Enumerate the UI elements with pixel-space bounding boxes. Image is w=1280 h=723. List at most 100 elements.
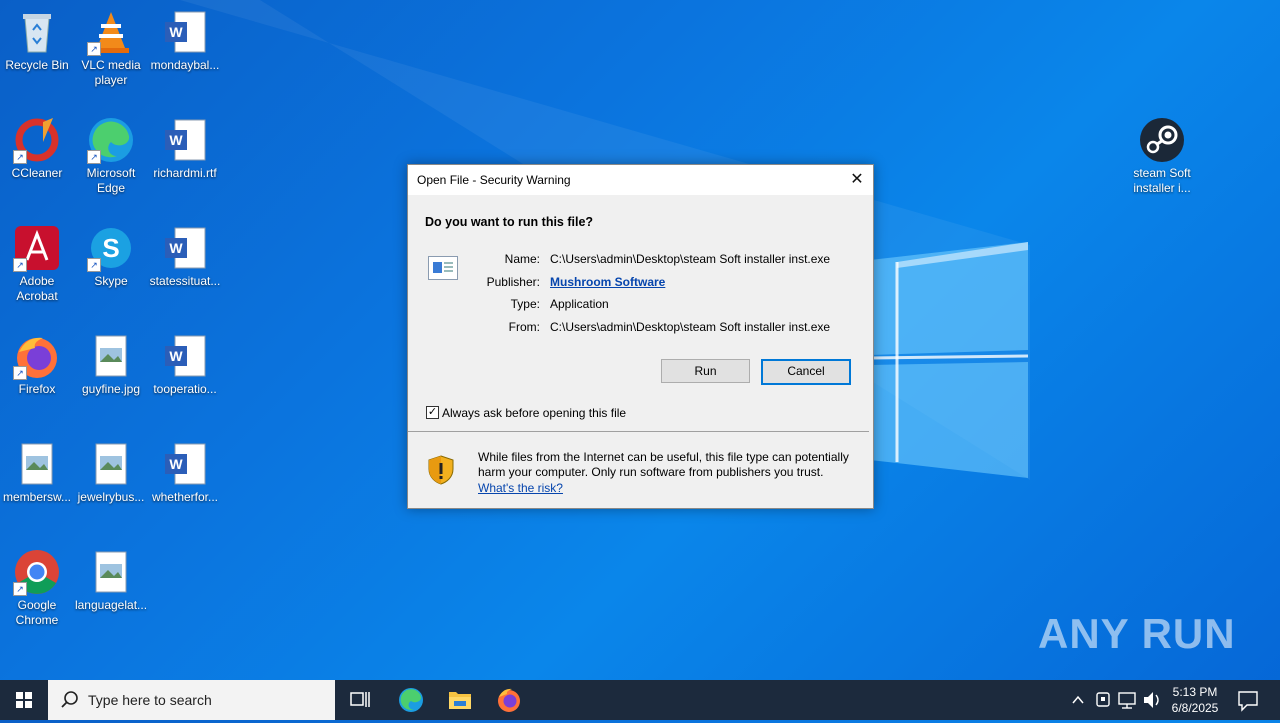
always-ask-checkbox[interactable]: ✓ xyxy=(426,406,439,419)
desktop-icon-label: Microsoft Edge xyxy=(86,166,136,195)
word-document-icon: W xyxy=(161,440,209,488)
ccleaner-icon: ↗ xyxy=(13,116,61,164)
network-icon xyxy=(1118,692,1136,709)
dialog-titlebar[interactable]: Open File - Security Warning ✕ xyxy=(408,165,873,195)
shortcut-arrow-icon: ↗ xyxy=(87,42,101,56)
notification-icon xyxy=(1238,691,1258,712)
svg-text:W: W xyxy=(169,456,183,472)
volume-button[interactable] xyxy=(1140,680,1164,720)
device-icon xyxy=(1096,692,1110,707)
warning-text: While files from the Internet can be use… xyxy=(478,450,849,479)
warning-shield-icon xyxy=(428,455,454,485)
chrome-icon: ↗ xyxy=(13,548,61,596)
svg-text:W: W xyxy=(169,132,183,148)
svg-text:W: W xyxy=(169,240,183,256)
firefox-icon xyxy=(498,688,520,712)
cancel-button[interactable]: Cancel xyxy=(761,359,851,385)
desktop-icon-guyfine[interactable]: guyfine.jpg xyxy=(74,326,148,397)
desktop-icon-acrobat[interactable]: ↗ Adobe Acrobat xyxy=(0,218,74,304)
desktop-icon-membersw[interactable]: membersw... xyxy=(0,434,74,505)
desktop-icon-tooperatio[interactable]: W tooperatio... xyxy=(148,326,222,397)
word-document-icon: W xyxy=(161,332,209,380)
shortcut-arrow-icon: ↗ xyxy=(87,258,101,272)
dialog-separator xyxy=(408,431,869,432)
close-icon[interactable]: ✕ xyxy=(841,165,873,195)
skype-icon: S ↗ xyxy=(87,224,135,272)
desktop-icon-label: languagelat... xyxy=(74,598,148,612)
publisher-link[interactable]: Mushroom Software xyxy=(550,275,665,289)
taskbar-file-explorer-button[interactable] xyxy=(436,680,484,720)
clock-date: 6/8/2025 xyxy=(1171,701,1219,715)
recycle-bin-icon xyxy=(13,8,61,56)
chevron-up-icon xyxy=(1072,695,1084,704)
type-value: Application xyxy=(550,297,609,311)
always-ask-label[interactable]: Always ask before opening this file xyxy=(442,406,626,420)
desktop-icon-label: Google Chrome xyxy=(15,598,59,627)
svg-text:S: S xyxy=(102,233,119,263)
desktop-icon-label: Firefox xyxy=(18,382,56,396)
word-document-icon: W xyxy=(161,116,209,164)
desktop-icon-whetherfor[interactable]: W whetherfor... xyxy=(148,434,222,505)
search-placeholder: Type here to search xyxy=(88,692,212,708)
anyrun-watermark: ANY RUN xyxy=(1038,610,1236,657)
dialog-question: Do you want to run this file? xyxy=(425,215,594,229)
image-file-icon xyxy=(87,332,135,380)
desktop-icon-statessituat[interactable]: W statessituat... xyxy=(148,218,222,289)
show-hidden-icons-button[interactable] xyxy=(1066,680,1090,720)
action-center-button[interactable] xyxy=(1230,680,1266,720)
publisher-label: Publisher: xyxy=(486,275,540,289)
taskbar-search-box[interactable]: Type here to search xyxy=(48,680,335,720)
image-file-icon xyxy=(13,440,61,488)
task-view-button[interactable] xyxy=(336,680,384,720)
taskbar-clock[interactable]: 5:13 PM 6/8/2025 xyxy=(1165,684,1225,716)
desktop-icon-vlc[interactable]: ↗ VLC media player xyxy=(74,2,148,88)
desktop-icon-label: VLC media player xyxy=(81,58,141,87)
desktop-icon-recycle-bin[interactable]: Recycle Bin xyxy=(0,2,74,73)
firefox-icon: ↗ xyxy=(13,332,61,380)
search-icon xyxy=(61,691,78,708)
image-file-icon xyxy=(87,548,135,596)
speaker-icon xyxy=(1144,692,1159,708)
desktop-icon-label: Skype xyxy=(94,274,128,288)
from-value: C:\Users\admin\Desktop\steam Soft instal… xyxy=(550,320,831,334)
image-file-icon xyxy=(87,440,135,488)
whats-the-risk-link[interactable]: What's the risk? xyxy=(478,481,563,495)
edge-icon: ↗ xyxy=(87,116,135,164)
taskbar-edge-button[interactable] xyxy=(387,680,435,720)
shortcut-arrow-icon: ↗ xyxy=(13,366,27,380)
desktop-icon-label: steam Soft installer i... xyxy=(1133,166,1191,195)
desktop-icon-label: richardmi.rtf xyxy=(153,166,217,180)
name-label: Name: xyxy=(504,252,540,266)
desktop-icon-jewelrybus[interactable]: jewelrybus... xyxy=(74,434,148,505)
type-label: Type: xyxy=(510,297,540,311)
desktop-icon-mondaybal[interactable]: W mondaybal... xyxy=(148,2,222,73)
desktop-icon-firefox[interactable]: ↗ Firefox xyxy=(0,326,74,397)
shortcut-arrow-icon: ↗ xyxy=(13,150,27,164)
name-value: C:\Users\admin\Desktop\steam Soft instal… xyxy=(550,252,831,266)
from-label: From: xyxy=(508,320,540,334)
tray-app-icon-button[interactable] xyxy=(1092,680,1114,720)
desktop-icon-ccleaner[interactable]: ↗ CCleaner xyxy=(0,110,74,181)
desktop-icon-label: mondaybal... xyxy=(150,58,220,72)
taskbar: Type here to search 5:13 PM 6/8/2025 xyxy=(0,680,1280,720)
desktop-icon-steam-installer[interactable]: steam Soft installer i... xyxy=(1125,110,1199,196)
desktop-icon-edge[interactable]: ↗ Microsoft Edge xyxy=(74,110,148,196)
desktop-icon-label: guyfine.jpg xyxy=(81,382,141,396)
security-warning-dialog: Open File - Security Warning ✕ Do you wa… xyxy=(407,164,874,509)
shortcut-arrow-icon: ↗ xyxy=(87,150,101,164)
network-button[interactable] xyxy=(1115,680,1139,720)
desktop-icon-skype[interactable]: S ↗ Skype xyxy=(74,218,148,289)
task-view-icon xyxy=(350,692,370,707)
desktop-icon-languagelat[interactable]: languagelat... xyxy=(74,542,148,613)
desktop-icon-richardmi[interactable]: W richardmi.rtf xyxy=(148,110,222,181)
run-button[interactable]: Run xyxy=(661,359,750,383)
start-button[interactable] xyxy=(0,680,48,720)
shortcut-arrow-icon: ↗ xyxy=(13,582,27,596)
desktop-icon-chrome[interactable]: ↗ Google Chrome xyxy=(0,542,74,628)
desktop-icon-label: membersw... xyxy=(2,490,71,504)
desktop-icon-label: whetherfor... xyxy=(151,490,219,504)
desktop-icon-label: tooperatio... xyxy=(153,382,217,396)
acrobat-icon: ↗ xyxy=(13,224,61,272)
taskbar-firefox-button[interactable] xyxy=(485,680,533,720)
svg-text:W: W xyxy=(169,24,183,40)
